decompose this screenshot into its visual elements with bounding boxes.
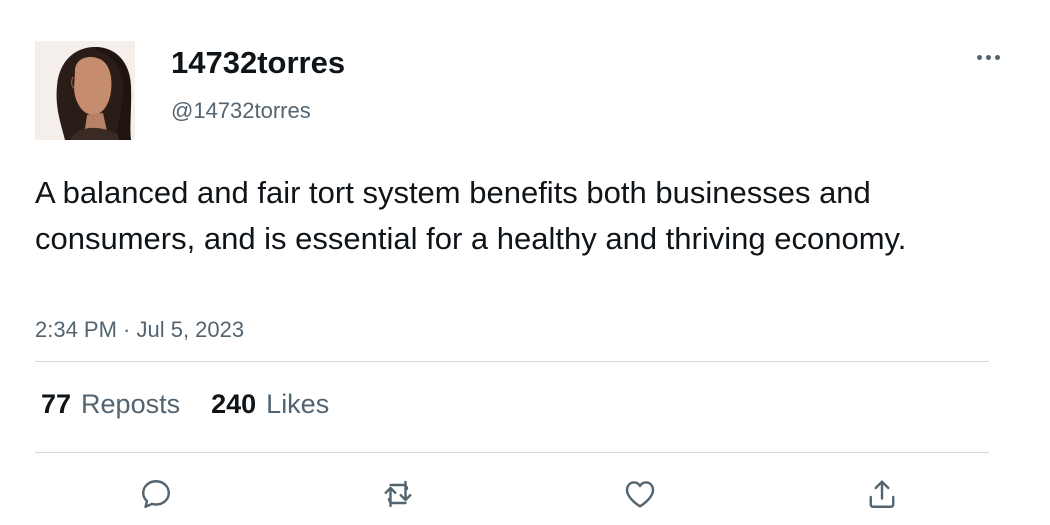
likes-stat[interactable]: 240 Likes (211, 389, 329, 420)
tweet-timestamp[interactable]: 2:34 PM · Jul 5, 2023 (35, 316, 244, 344)
reposts-label: Reposts (81, 388, 181, 419)
more-options-button[interactable] (970, 44, 1006, 70)
avatar[interactable] (35, 41, 135, 140)
author-display-name[interactable]: 14732torres (171, 44, 345, 82)
author-handle[interactable]: @14732torres (171, 97, 311, 125)
reply-button[interactable] (136, 474, 176, 514)
profile-photo-image (35, 41, 135, 140)
reposts-count: 77 (41, 388, 72, 419)
more-dot-icon (976, 54, 982, 60)
reply-icon (142, 480, 170, 508)
more-dot-icon (985, 54, 991, 60)
likes-count: 240 (211, 388, 257, 419)
reposts-stat[interactable]: 77 Reposts (41, 389, 180, 420)
divider (35, 361, 989, 362)
engagement-stats: 77 Reposts 240 Likes (41, 387, 329, 421)
tweet-text: A balanced and fair tort system benefits… (35, 175, 907, 256)
share-button[interactable] (862, 474, 902, 514)
likes-label: Likes (266, 388, 330, 419)
divider (35, 452, 989, 453)
like-button[interactable] (620, 474, 660, 514)
like-icon (625, 481, 655, 508)
more-dot-icon (994, 54, 1000, 60)
repost-button[interactable] (378, 474, 418, 514)
repost-icon (384, 480, 412, 508)
share-icon (869, 480, 895, 508)
